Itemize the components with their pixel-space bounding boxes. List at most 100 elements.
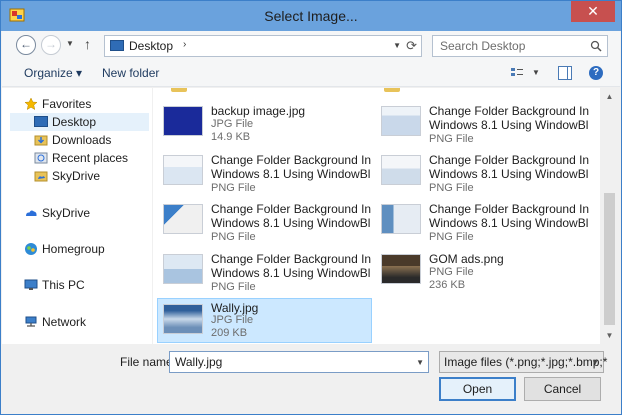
sidebar-item-recent-places[interactable]: Recent places: [34, 149, 149, 167]
recent-places-icon: [34, 152, 48, 164]
scroll-up-arrow[interactable]: ▲: [601, 88, 618, 105]
file-item-selected[interactable]: Wally.jpg JPG File 209 KB: [157, 298, 372, 343]
address-history-dropdown[interactable]: ▼: [393, 41, 401, 50]
forward-button[interactable]: →: [41, 35, 61, 55]
scroll-thumb[interactable]: [604, 193, 615, 325]
file-list[interactable]: backup image.jpg JPG File 14.9 KB Change…: [153, 88, 600, 344]
image-thumbnail: [163, 254, 203, 284]
file-name-line2: Windows 8.1 Using WindowBlind...: [211, 266, 371, 280]
file-type: PNG File: [429, 266, 474, 278]
sidebar-item-downloads[interactable]: Downloads: [34, 131, 149, 149]
navigation-pane: Favorites Desktop Downloads Recent place…: [2, 88, 152, 344]
recent-locations-dropdown[interactable]: ▼: [66, 39, 74, 48]
change-view-icon[interactable]: [510, 66, 524, 80]
image-thumbnail: [163, 106, 203, 136]
up-button[interactable]: ↑: [84, 36, 91, 52]
file-name-line2: Windows 8.1 Using WindowBlind...: [211, 167, 371, 181]
sidebar-item-network[interactable]: Network: [24, 313, 149, 331]
chevron-down-icon[interactable]: ▼: [416, 358, 424, 367]
file-size: 14.9 KB: [211, 131, 251, 143]
image-thumbnail: [163, 204, 203, 234]
close-button[interactable]: ✕: [571, 1, 615, 22]
file-item[interactable]: Change Folder Background In Windows 8.1 …: [375, 102, 590, 148]
select-image-dialog: Select Image... ✕ ← → ▼ ↑ Desktop › ▼ ⟳ …: [0, 0, 622, 415]
file-item[interactable]: GOM ads.png PNG File 236 KB: [375, 250, 590, 296]
new-folder-button[interactable]: New folder: [102, 66, 159, 80]
navigation-bar: ← → ▼ ↑ Desktop › ▼ ⟳ Search Desktop: [2, 31, 620, 61]
folder-icon[interactable]: [171, 88, 187, 92]
image-thumbnail: [381, 106, 421, 136]
file-type: PNG File: [429, 182, 474, 194]
sidebar-item-favorites[interactable]: Favorites: [24, 95, 149, 113]
file-name: backup image.jpg: [211, 104, 306, 118]
sidebar-item-this-pc[interactable]: This PC: [24, 276, 149, 294]
file-type-filter-value: Image files (*.png;*.jpg;*.bmp;*: [444, 355, 608, 369]
help-icon[interactable]: ?: [589, 66, 603, 80]
file-type: JPG File: [211, 118, 254, 130]
file-type: JPG File: [211, 314, 254, 326]
open-button[interactable]: Open: [439, 377, 516, 401]
file-name: Change Folder Background In: [211, 252, 371, 266]
sidebar-item-desktop[interactable]: Desktop: [10, 113, 149, 131]
vertical-scrollbar[interactable]: ▲ ▼: [601, 88, 618, 344]
file-name-line2: Windows 8.1 Using WindowBlind...: [429, 216, 589, 230]
chevron-down-icon[interactable]: ▼: [591, 358, 599, 367]
file-size: 209 KB: [211, 327, 248, 339]
file-item[interactable]: Change Folder Background In Windows 8.1 …: [157, 250, 372, 296]
file-type: PNG File: [429, 133, 474, 145]
sidebar-item-homegroup[interactable]: Homegroup: [24, 240, 149, 258]
search-icon[interactable]: [590, 40, 602, 52]
this-pc-icon: [24, 279, 38, 290]
file-name-label: File name:: [120, 355, 177, 369]
file-name: GOM ads.png: [429, 252, 504, 266]
file-size: 236 KB: [429, 279, 466, 291]
image-thumbnail: [381, 155, 421, 185]
file-type-filter[interactable]: Image files (*.png;*.jpg;*.bmp;* ▼: [439, 351, 608, 373]
file-name: Change Folder Background In: [211, 153, 371, 167]
refresh-icon[interactable]: ⟳: [406, 38, 417, 54]
star-icon: [24, 97, 38, 111]
cancel-button[interactable]: Cancel: [524, 377, 601, 401]
file-name-value[interactable]: Wally.jpg: [175, 355, 222, 369]
address-location[interactable]: Desktop: [129, 39, 173, 53]
image-thumbnail: [381, 254, 421, 284]
file-name: Wally.jpg: [211, 301, 259, 315]
search-box[interactable]: Search Desktop: [432, 35, 608, 57]
file-item[interactable]: Change Folder Background In Windows 8.1 …: [157, 151, 372, 197]
skydrive-folder-icon: [34, 171, 48, 182]
image-thumbnail: [163, 304, 203, 334]
back-button[interactable]: ←: [16, 35, 36, 55]
image-thumbnail: [381, 204, 421, 234]
file-name: Change Folder Background In: [429, 202, 589, 216]
file-type: PNG File: [211, 182, 256, 194]
preview-pane-icon[interactable]: [558, 66, 572, 80]
search-input[interactable]: Search Desktop: [440, 39, 525, 53]
homegroup-icon: [25, 243, 37, 255]
chevron-right-icon[interactable]: ›: [183, 39, 186, 50]
file-item[interactable]: backup image.jpg JPG File 14.9 KB: [157, 102, 372, 148]
file-name: Change Folder Background In: [429, 153, 589, 167]
window-title: Select Image...: [264, 8, 358, 24]
file-item[interactable]: Change Folder Background In Windows 8.1 …: [157, 200, 372, 246]
file-type: PNG File: [211, 281, 256, 293]
sidebar-item-skydrive[interactable]: SkyDrive: [24, 204, 149, 222]
organize-button[interactable]: Organize ▾: [24, 66, 82, 80]
file-name-line2: Windows 8.1 Using WindowBlind...: [429, 167, 589, 181]
sidebar-item-skydrive-favorite[interactable]: SkyDrive: [34, 167, 149, 185]
folder-icon[interactable]: [384, 88, 400, 92]
title-bar[interactable]: Select Image... ✕: [1, 1, 621, 31]
file-item[interactable]: Change Folder Background In Windows 8.1 …: [375, 151, 590, 197]
file-name-line2: Windows 8.1 Using WindowBlind...: [211, 216, 371, 230]
file-item[interactable]: Change Folder Background In Windows 8.1 …: [375, 200, 590, 246]
view-options-dropdown[interactable]: ▼: [532, 68, 540, 77]
command-bar: Organize ▾ New folder ▼ ?: [2, 61, 620, 87]
address-bar[interactable]: Desktop › ▼ ⟳: [104, 35, 422, 57]
desktop-icon: [110, 40, 124, 51]
scroll-down-arrow[interactable]: ▼: [601, 327, 618, 344]
file-name: Change Folder Background In: [211, 202, 371, 216]
file-name: Change Folder Background In: [429, 104, 589, 118]
file-name-field[interactable]: Wally.jpg ▼: [169, 351, 429, 373]
downloads-icon: [34, 135, 48, 146]
file-type: PNG File: [211, 231, 256, 243]
file-name-line2: Windows 8.1 Using WindowBlind...: [429, 118, 589, 132]
